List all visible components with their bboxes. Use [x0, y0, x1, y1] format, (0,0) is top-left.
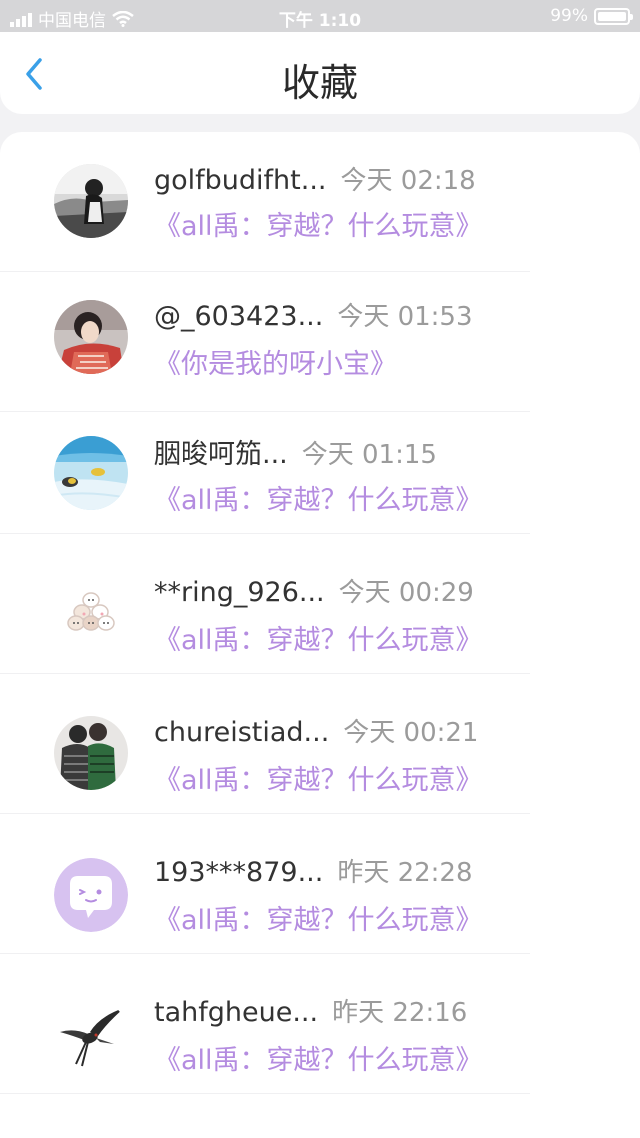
avatar-cartoon-cats-icon	[54, 574, 128, 648]
page-title: 收藏	[281, 61, 358, 105]
timestamp: 今天 00:21	[343, 718, 479, 748]
work-title-link[interactable]: 《你是我的呀小宝》	[154, 342, 397, 381]
battery-percent: 99%	[550, 6, 588, 26]
work-title-link[interactable]: 《all禹：穿越？什么玩意》	[154, 618, 483, 657]
avatar-swallow-bird-icon	[54, 998, 128, 1072]
avatar[interactable]	[54, 300, 128, 374]
favorites-list: golfbudifht... 今天 02:18 《all禹：穿越？什么玩意》 @…	[0, 132, 640, 1138]
work-title-link[interactable]: 《all禹：穿越？什么玩意》	[154, 478, 483, 517]
list-item[interactable]: 胭晙呵笳... 今天 01:15 《all禹：穿越？什么玩意》	[0, 394, 640, 534]
timestamp: 今天 00:29	[338, 578, 474, 608]
work-title-link[interactable]: 《all禹：穿越？什么玩意》	[154, 1038, 483, 1077]
battery-icon	[594, 7, 633, 25]
status-time: 下午 1:10	[278, 11, 362, 31]
timestamp: 今天 01:15	[301, 440, 437, 470]
timestamp: 今天 01:53	[337, 302, 473, 332]
avatar-photo-red-scarf-icon	[54, 300, 128, 374]
avatar-photo-girl-bw-icon	[54, 164, 128, 238]
user-name: **ring_926...	[154, 577, 325, 608]
work-title-link[interactable]: 《all禹：穿越？什么玩意》	[154, 898, 483, 937]
avatar[interactable]	[54, 574, 128, 648]
list-item[interactable]: @_603423... 今天 01:53 《你是我的呀小宝》	[0, 272, 640, 412]
user-name: golfbudifht...	[154, 165, 327, 196]
status-bar: 中国电信 下午 1:10 99%	[0, 0, 640, 32]
list-item[interactable]: tahfgheue... 昨天 22:16 《all禹：穿越？什么玩意》	[0, 954, 640, 1094]
list-item[interactable]: 193***879... 昨天 22:28 《all禹：穿越？什么玩意》	[0, 814, 640, 954]
user-name: tahfgheue...	[154, 997, 319, 1028]
timestamp: 今天 02:18	[340, 166, 476, 196]
work-title-link[interactable]: 《all禹：穿越？什么玩意》	[154, 758, 483, 797]
list-item[interactable]: **ring_926... 今天 00:29 《all禹：穿越？什么玩意》	[0, 534, 640, 674]
list-item[interactable]: golfbudifht... 今天 02:18 《all禹：穿越？什么玩意》	[0, 132, 640, 272]
avatar[interactable]	[54, 858, 128, 932]
work-title-link[interactable]: 《all禹：穿越？什么玩意》	[154, 204, 483, 243]
user-name: 193***879...	[154, 857, 324, 888]
avatar[interactable]	[54, 436, 128, 510]
user-name: 胭晙呵笳...	[154, 439, 288, 470]
avatar[interactable]	[54, 998, 128, 1072]
divider	[0, 1093, 530, 1094]
timestamp: 昨天 22:28	[337, 858, 473, 888]
avatar[interactable]	[54, 164, 128, 238]
nav-bar: 收藏	[0, 32, 640, 114]
avatar-photo-fish-icon	[54, 436, 128, 510]
list-item[interactable]: chureistiad... 今天 00:21 《all禹：穿越？什么玩意》	[0, 674, 640, 814]
user-name: chureistiad...	[154, 717, 330, 748]
avatar-default-chat-face-icon	[54, 858, 128, 932]
avatar[interactable]	[54, 716, 128, 790]
user-name: @_603423...	[154, 301, 324, 332]
avatar-photo-couple-icon	[54, 716, 128, 790]
timestamp: 昨天 22:16	[332, 998, 468, 1028]
